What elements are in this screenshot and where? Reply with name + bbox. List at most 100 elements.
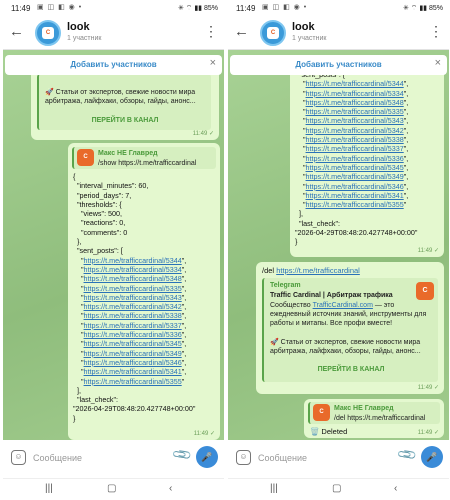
message-input[interactable] [33, 451, 153, 465]
preview-snippet: 🚀 Статьи от экспертов, свежие новости ми… [270, 339, 421, 355]
post-link[interactable]: https://t.me/trafficcardinal/5343 [306, 116, 404, 125]
post-link[interactable]: https://t.me/trafficcardinal/5335 [84, 284, 182, 293]
reply-quote[interactable]: C Макс НЕ Главред /show https://t.me/tra… [72, 147, 216, 169]
more-vertical-icon[interactable]: ⋮ [429, 24, 443, 38]
json-bubble[interactable]: "sent_posts": [ "https://t.me/trafficcar… [290, 64, 444, 257]
home-icon[interactable]: ▢ [332, 483, 341, 495]
nav-back-icon[interactable]: ‹ [169, 483, 172, 495]
post-link[interactable]: https://t.me/trafficcardinal/5348 [84, 274, 182, 283]
post-link[interactable]: https://t.me/trafficcardinal/5348 [306, 98, 404, 107]
post-link[interactable]: https://t.me/trafficcardinal/5342 [84, 302, 182, 311]
avatar[interactable]: C [260, 20, 286, 46]
add-members-bar[interactable]: Добавить участников × [5, 55, 222, 75]
link-preview[interactable]: 🚀 Статьи от экспертов, свежие новости ми… [37, 74, 211, 130]
channel-logo-icon: C [313, 404, 330, 421]
post-link[interactable]: https://t.me/trafficcardinal/5345 [306, 163, 404, 172]
emoji-icon[interactable]: ☺ [11, 450, 26, 465]
preview-snippet: 🚀 Статьи от экспертов, свежие новости ми… [45, 89, 196, 105]
chat-title: look [67, 21, 90, 33]
json-line: "reactions": 0, [73, 218, 126, 228]
del-command-text: /del https://t.me/trafficcardinal [262, 266, 360, 275]
reply-text: /show https://t.me/trafficcardinal [98, 160, 197, 167]
reply-quote[interactable]: C Макс НЕ Главред /del https://t.me/traf… [308, 402, 440, 424]
system-nav-bar: ||| ▢ ‹ [3, 478, 224, 500]
channel-link[interactable]: https://t.me/trafficcardinal [276, 266, 360, 275]
del-command-bubble[interactable]: /del https://t.me/trafficcardinal Telegr… [256, 262, 444, 394]
message-time: 11:49 ✓ [417, 385, 439, 391]
home-icon[interactable]: ▢ [107, 483, 116, 495]
emoji-icon[interactable]: ☺ [236, 450, 251, 465]
deleted-bubble[interactable]: C Макс НЕ Главред /del https://t.me/traf… [304, 399, 444, 438]
microphone-icon[interactable]: 🎤 [196, 446, 218, 468]
post-link[interactable]: https://t.me/trafficcardinal/5343 [84, 293, 182, 302]
post-link[interactable]: https://t.me/trafficcardinal/5344 [84, 256, 182, 265]
post-link[interactable]: https://t.me/trafficcardinal/5336 [84, 330, 182, 339]
arrow-left-icon[interactable]: ← [234, 24, 249, 39]
add-members-label[interactable]: Добавить участников [5, 60, 222, 69]
reply-author: Макс НЕ Главред [334, 405, 394, 412]
json-line: "https://t.me/trafficcardinal/5349", [73, 348, 187, 358]
json-line: "https://t.me/trafficcardinal/5342", [295, 125, 409, 135]
add-members-label[interactable]: Добавить участников [230, 60, 447, 69]
status-battery: ✳ ⌔ ▮▮ 85% [403, 5, 443, 12]
json-bubble[interactable]: C Макс НЕ Главред /show https://t.me/tra… [68, 143, 220, 440]
json-line: ], [295, 209, 303, 219]
left-screen: 11:49 ▣ ◫ ◧ ◉ • ✳ ⌔ ▮▮ 85% ← C look 1 уч… [3, 0, 224, 500]
post-link[interactable]: https://t.me/trafficcardinal/5341 [306, 191, 404, 200]
post-link[interactable]: https://t.me/trafficcardinal/5342 [306, 126, 404, 135]
json-line: "https://t.me/trafficcardinal/5338", [295, 135, 409, 145]
status-bar: 11:49 ▣ ◫ ◧ ◉ • ✳ ⌔ ▮▮ 85% [228, 0, 449, 16]
status-battery: ✳ ⌔ ▮▮ 85% [178, 5, 218, 12]
post-link[interactable]: https://t.me/trafficcardinal/5355 [84, 377, 182, 386]
json-text: "sent_posts": [ "https://t.me/trafficcar… [295, 70, 417, 247]
post-link[interactable]: https://t.me/trafficcardinal/5337 [84, 321, 182, 330]
preview-site-link[interactable]: TrafficCardinal.com [313, 302, 373, 309]
open-channel-button[interactable]: ПЕРЕЙТИ В КАНАЛ [264, 365, 438, 374]
open-channel-button[interactable]: ПЕРЕЙТИ В КАНАЛ [39, 116, 211, 125]
add-members-bar[interactable]: Добавить участников × [230, 55, 447, 75]
logo-badge: C [42, 27, 54, 39]
post-link[interactable]: https://t.me/trafficcardinal/5338 [306, 135, 404, 144]
paperclip-icon[interactable]: 📎 [171, 444, 193, 466]
more-vertical-icon[interactable]: ⋮ [204, 24, 218, 38]
message-input[interactable] [258, 451, 378, 465]
nav-back-icon[interactable]: ‹ [394, 483, 397, 495]
recent-apps-icon[interactable]: ||| [270, 483, 278, 495]
post-link[interactable]: https://t.me/trafficcardinal/5345 [84, 339, 182, 348]
reply-text: /del https://t.me/trafficcardinal [334, 415, 426, 422]
post-link[interactable]: https://t.me/trafficcardinal/5346 [84, 358, 182, 367]
post-link[interactable]: https://t.me/trafficcardinal/5346 [306, 182, 404, 191]
arrow-left-icon[interactable]: ← [9, 24, 24, 39]
right-screen: 11:49 ▣ ◫ ◧ ◉ • ✳ ⌔ ▮▮ 85% ← C look 1 уч… [228, 0, 449, 500]
message-time: 11:49 ✓ [417, 248, 439, 254]
post-link[interactable]: https://t.me/trafficcardinal/5344 [306, 79, 404, 88]
post-link[interactable]: https://t.me/trafficcardinal/5338 [84, 311, 182, 320]
post-link[interactable]: https://t.me/trafficcardinal/5349 [306, 172, 404, 181]
channel-logo-icon: C [416, 282, 434, 300]
json-line: "https://t.me/trafficcardinal/5342", [73, 302, 187, 312]
message-time: 11:49 ✓ [192, 131, 214, 137]
recent-apps-icon[interactable]: ||| [45, 483, 53, 495]
post-link[interactable]: https://t.me/trafficcardinal/5349 [84, 349, 182, 358]
paperclip-icon[interactable]: 📎 [396, 444, 418, 466]
post-link[interactable]: https://t.me/trafficcardinal/5355 [306, 200, 404, 209]
close-icon[interactable]: × [210, 58, 216, 69]
post-link[interactable]: https://t.me/trafficcardinal/5335 [306, 107, 404, 116]
post-link[interactable]: https://t.me/trafficcardinal/5341 [84, 367, 182, 376]
preview-description: Сообщество TrafficCardinal.com — это еже… [270, 302, 427, 327]
json-line: { [73, 172, 76, 181]
microphone-icon[interactable]: 🎤 [421, 446, 443, 468]
json-line: "last_check": [295, 218, 341, 228]
post-link[interactable]: https://t.me/trafficcardinal/5336 [306, 154, 404, 163]
channel-preview-bubble[interactable]: 🚀 Статьи от экспертов, свежие новости ми… [31, 64, 219, 140]
post-link[interactable]: https://t.me/trafficcardinal/5334 [84, 265, 182, 274]
post-link[interactable]: https://t.me/trafficcardinal/5334 [306, 89, 404, 98]
post-link[interactable]: https://t.me/trafficcardinal/5337 [306, 144, 404, 153]
avatar[interactable]: C [35, 20, 61, 46]
json-line: "https://t.me/trafficcardinal/5344", [73, 255, 187, 265]
json-line: "https://t.me/trafficcardinal/5341", [73, 367, 187, 377]
link-preview[interactable]: Telegram Traffic Cardinal | Арбитраж тра… [262, 278, 438, 382]
chat-header: ← C look 1 участник ⋮ [3, 16, 224, 50]
status-icons: ▣ ◫ ◧ ◉ • [262, 4, 308, 11]
close-icon[interactable]: × [435, 58, 441, 69]
